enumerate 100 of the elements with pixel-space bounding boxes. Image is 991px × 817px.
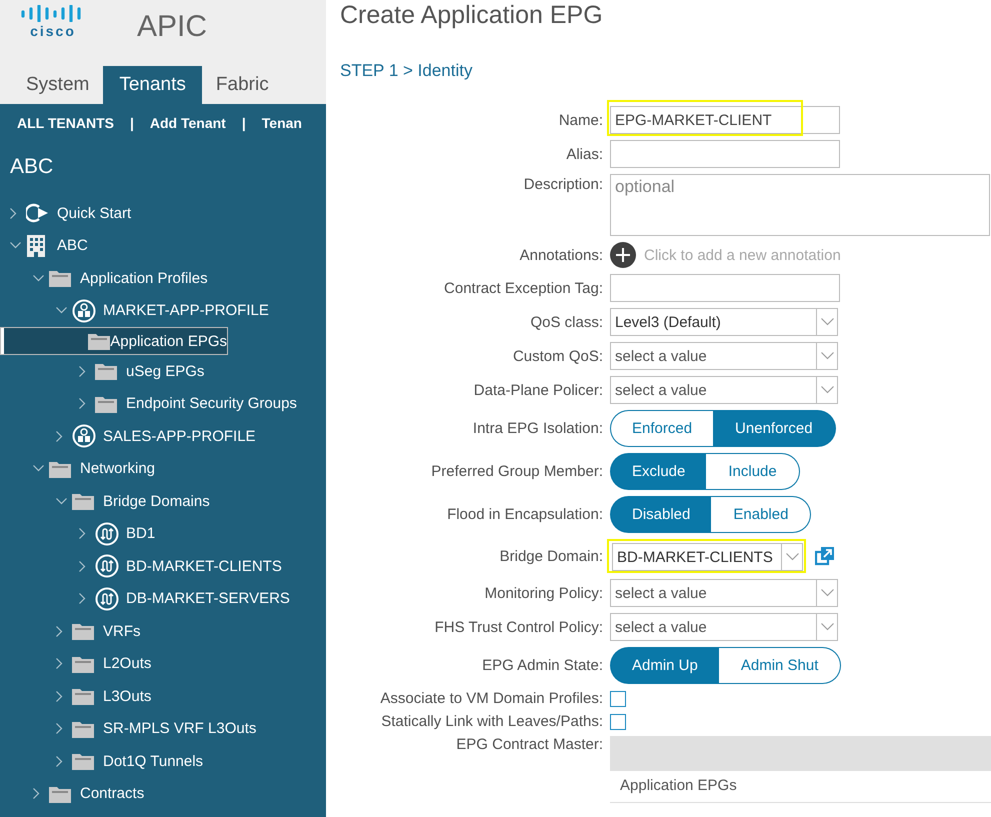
app-profile-icon (72, 424, 96, 448)
field-label: FHS Trust Control Policy: (434, 618, 603, 636)
field-label: Custom QoS: (512, 348, 603, 364)
tree-item[interactable]: SR-MPLS VRF L3Outs (0, 712, 326, 745)
tab[interactable]: Tenants (103, 66, 202, 104)
folder-icon (72, 654, 94, 673)
folder-icon (49, 460, 71, 478)
toggle-option[interactable]: Disabled (610, 496, 712, 533)
select-field[interactable]: Level3 (Default) (610, 308, 838, 336)
tree-item[interactable]: MARKET-APP-PROFILE (0, 294, 326, 327)
folder-icon (95, 394, 117, 413)
toggle-option[interactable]: Admin Shut (718, 647, 842, 684)
chevron-right-icon[interactable] (79, 560, 86, 572)
tree-item[interactable]: Endpoint Security Groups (0, 388, 326, 420)
chevron-down-icon[interactable] (10, 242, 21, 250)
caret-icon (820, 386, 834, 394)
folder-icon (72, 752, 94, 770)
checkbox[interactable] (610, 690, 626, 706)
tree-item[interactable]: Bridge Domains (0, 485, 326, 518)
chevron-right-icon[interactable] (33, 788, 40, 800)
tree-item[interactable]: BD-MARKET-CLIENTS (0, 550, 326, 582)
chevron-right-icon[interactable] (56, 690, 63, 702)
tree-item[interactable]: L3Outs (0, 680, 326, 712)
tree-item[interactable]: Quick Start (0, 197, 326, 230)
tree-item[interactable]: Networking (0, 452, 326, 485)
folder-icon (72, 720, 94, 738)
chevron-down-icon[interactable] (56, 307, 67, 314)
step-heading: STEP 1 > Identity (340, 60, 474, 82)
chevron-right-icon[interactable] (79, 528, 86, 540)
folder-icon (95, 362, 117, 380)
select-field[interactable]: select a value (610, 579, 838, 607)
field-label: Data-Plane Policer: (472, 382, 603, 398)
chevron-right-icon[interactable] (56, 756, 63, 767)
chevron-down-icon[interactable] (33, 465, 44, 472)
input-field[interactable] (610, 140, 840, 168)
tree-item[interactable]: uSeg EPGs (0, 355, 326, 388)
field-label: Intra EPG Isolation: (472, 420, 603, 437)
chevron-right-icon[interactable] (56, 430, 63, 442)
field-label: Preferred Group Member: (430, 463, 603, 480)
logo-text: cisco (30, 23, 76, 40)
tree-item[interactable]: L2Outs (0, 648, 326, 680)
tab[interactable]: System (12, 66, 104, 104)
nav-link[interactable]: Add Tenant (150, 115, 226, 131)
chevron-down-icon[interactable] (56, 498, 67, 505)
toggle-option[interactable]: Exclude (610, 453, 706, 490)
tree-item[interactable]: Application EPGs (0, 327, 228, 355)
field-label: QoS class: (529, 314, 603, 330)
open-window-icon[interactable] (815, 546, 835, 566)
folder-icon (49, 269, 71, 288)
folder-icon (49, 784, 71, 803)
chevron-right-icon[interactable] (56, 658, 63, 670)
folder-icon (72, 687, 94, 706)
tree-item[interactable]: SALES-APP-PROFILE (0, 420, 326, 452)
field-label: Contract Exception Tag: (443, 280, 603, 296)
select-field[interactable]: select a value (610, 376, 838, 404)
select-field[interactable]: select a value (610, 342, 838, 370)
table-cell: Application EPGs (610, 771, 991, 803)
field-label: Description: (522, 175, 603, 193)
toggle-option[interactable]: Unenforced (713, 410, 836, 447)
tree-item[interactable]: DB-MARKET-SERVERS (0, 582, 326, 615)
chevron-right-icon[interactable] (79, 366, 86, 377)
description-field[interactable]: optional (610, 174, 990, 236)
chevron-right-icon[interactable] (56, 626, 63, 637)
tenant-title: ABC (9, 154, 54, 180)
tree-item[interactable]: Dot1Q Tunnels (0, 745, 326, 778)
chevron-right-icon[interactable] (56, 723, 63, 734)
tree-item[interactable]: Application Profiles (0, 262, 326, 294)
toggle-option[interactable]: Include (706, 453, 800, 490)
input-field[interactable] (610, 274, 840, 302)
caret-icon (786, 553, 798, 561)
chevron-right-icon[interactable] (79, 593, 86, 604)
folder-icon (72, 492, 94, 510)
chevron-down-icon[interactable] (33, 274, 44, 282)
field-label: EPG Contract Master: (455, 736, 603, 753)
product-name: APIC (137, 9, 208, 45)
toggle-option[interactable]: Admin Up (610, 647, 719, 684)
input-field[interactable]: EPG-MARKET-CLIENT (610, 106, 840, 134)
add-icon[interactable] (610, 242, 636, 268)
folder-icon (88, 332, 110, 350)
tree-item[interactable]: Contracts (0, 778, 326, 810)
nav-link[interactable]: Tenan (262, 115, 302, 131)
separator: | (130, 115, 134, 131)
field-label: Statically Link with Leaves/Paths: (380, 713, 603, 730)
toggle-option[interactable]: Enabled (711, 496, 812, 533)
checkbox[interactable] (610, 714, 626, 730)
nav-link[interactable]: ALL TENANTS (17, 115, 114, 131)
chevron-right-icon[interactable] (10, 208, 17, 219)
field-label: Flood in Encapsulation: (446, 506, 603, 523)
tree-item[interactable]: VRFs (0, 615, 326, 648)
select-field[interactable]: BD-MARKET-CLIENTS (612, 543, 803, 571)
tree-item[interactable]: ABC (0, 230, 326, 262)
toggle-option[interactable]: Enforced (610, 410, 714, 447)
tree-item[interactable]: BD1 (0, 518, 326, 550)
play-circle-icon (26, 203, 50, 224)
select-field[interactable]: select a value (610, 613, 838, 641)
tab[interactable]: Fabric (202, 66, 283, 104)
field-label: Associate to VM Domain Profiles: (379, 690, 603, 707)
app-profile-icon (72, 298, 96, 323)
chevron-right-icon[interactable] (79, 398, 86, 410)
caret-icon (820, 318, 834, 326)
